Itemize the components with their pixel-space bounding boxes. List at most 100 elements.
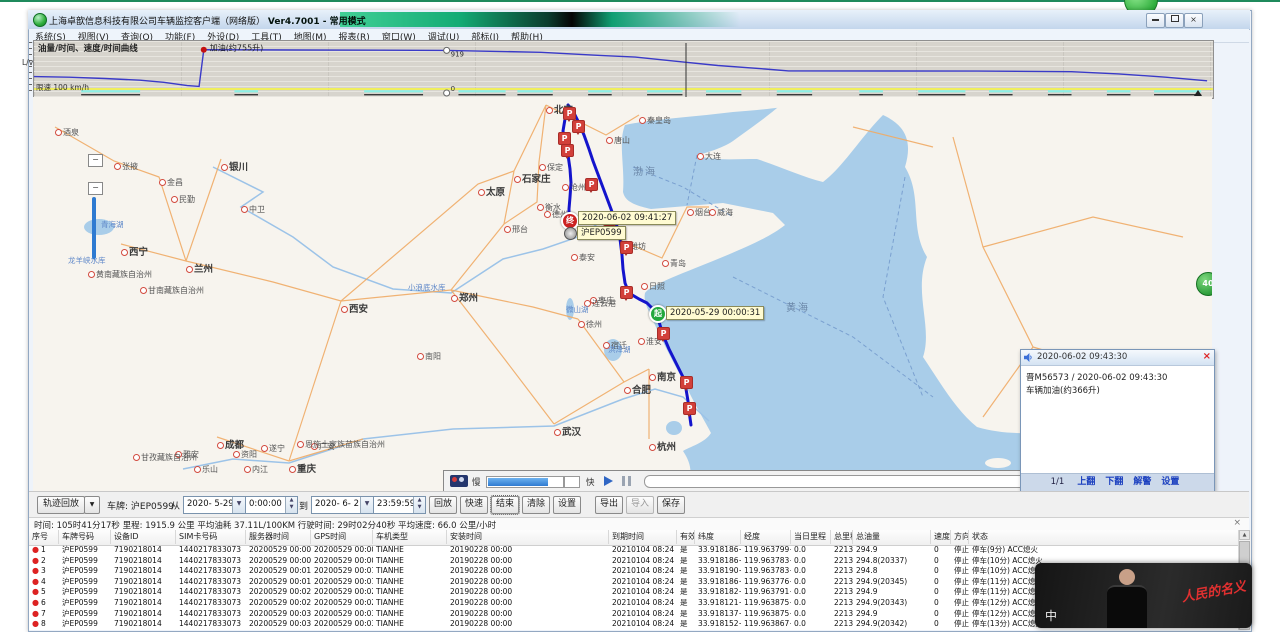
column-header-车机类型[interactable]: 车机类型	[373, 530, 447, 544]
cell-车牌号码: 沪EP0599	[59, 609, 111, 620]
stop-marker-9[interactable]: P	[657, 327, 670, 340]
pause-icon[interactable]	[622, 476, 632, 486]
city-dot-icon	[649, 374, 656, 381]
time-from-spinner[interactable]: ▲▼	[285, 497, 297, 513]
toolbar-button-导入[interactable]: 导入	[626, 496, 654, 514]
city-dot-icon	[544, 211, 551, 218]
column-header-状态[interactable]: 状态	[969, 530, 1238, 544]
column-header-经度[interactable]: 经度	[741, 530, 791, 544]
message-title-bar[interactable]: 2020-06-02 09:43:30 ×	[1021, 350, 1214, 366]
panel-close-icon[interactable]: ×	[1233, 518, 1241, 528]
city-label-青岛: 青岛	[662, 258, 686, 269]
column-header-方向[interactable]: 方向	[951, 530, 969, 544]
stop-marker-11[interactable]: P	[683, 402, 696, 415]
column-header-速度[interactable]: 速度	[931, 530, 951, 544]
city-dot-icon	[341, 306, 348, 313]
toolbar-button-导出[interactable]: 导出	[595, 496, 623, 514]
cell-服务器时间: 20200529 00:00:31	[246, 545, 311, 556]
city-label-重庆: 重庆	[289, 461, 316, 475]
cell-总油量: 294.9(20343)	[853, 598, 931, 609]
cell-服务器时间: 20200529 00:01:11	[246, 566, 311, 577]
message-button-解警[interactable]: 解警	[1133, 474, 1151, 490]
stop-marker-4[interactable]: P	[561, 144, 574, 157]
date-from-dropdown-icon[interactable]: ▼	[232, 497, 245, 513]
time-to-spinner[interactable]: ▲▼	[413, 497, 425, 513]
date-from-field[interactable]: 2020- 5-29▼	[183, 496, 246, 514]
cell-总里程: 221366	[831, 566, 853, 577]
zoom-out-button[interactable]: −	[88, 182, 103, 195]
cell-有效: 是	[677, 577, 695, 588]
column-header-总里程[interactable]: 总里程	[831, 530, 853, 544]
date-to-dropdown-icon[interactable]: ▼	[360, 497, 373, 513]
stop-marker-10[interactable]: P	[680, 376, 693, 389]
cell-到期时间: 20210104 08:24	[609, 566, 677, 577]
cell-纬度: 33.918182+-0...	[695, 587, 741, 598]
mode-combo-button[interactable]: 轨迹回放	[37, 496, 85, 514]
column-header-到期时间[interactable]: 到期时间	[609, 530, 677, 544]
city-label-洪泽湖: 洪泽湖	[608, 344, 631, 355]
stop-marker-2[interactable]: P	[572, 120, 585, 133]
column-header-GPS时间[interactable]: GPS时间	[311, 530, 373, 544]
time-from-field[interactable]: 0:00:00▲▼	[245, 496, 298, 514]
city-dot-icon	[451, 295, 458, 302]
toolbar-button-结束[interactable]: 结束	[491, 496, 519, 514]
stop-marker-1[interactable]: P	[563, 107, 576, 120]
stop-marker-8[interactable]: P	[620, 286, 633, 299]
scroll-up-icon[interactable]: ▲	[1239, 530, 1250, 540]
cell-安装时间: 20190228 00:00	[447, 566, 609, 577]
cell-到期时间: 20210104 08:24	[609, 577, 677, 588]
city-dot-icon	[562, 184, 569, 191]
column-header-SIM卡号码[interactable]: SIM卡号码	[176, 530, 246, 544]
message-close-icon[interactable]: ×	[1203, 351, 1211, 362]
date-to-field[interactable]: 2020- 6- 2▼	[311, 496, 374, 514]
time-to-field[interactable]: 23:59:59▲▼	[373, 496, 426, 514]
mode-combo-arrow[interactable]: ▼	[84, 496, 100, 514]
toolbar-button-回放[interactable]: 回放	[429, 496, 457, 514]
start-marker[interactable]: 起	[649, 305, 667, 323]
play-icon[interactable]	[604, 476, 618, 486]
column-header-服务器时间[interactable]: 服务器时间	[246, 530, 311, 544]
table-row[interactable]: ●1沪EP05997190218014144021783307320200529…	[29, 545, 1238, 556]
cell-GPS时间: 20200529 00:03:38	[311, 619, 373, 630]
column-header-安装时间[interactable]: 安装时间	[447, 530, 609, 544]
column-header-车牌号码[interactable]: 车牌号码	[59, 530, 111, 544]
column-header-序号[interactable]: 序号	[29, 530, 59, 544]
city-label-黄南藏族自治州: 黄南藏族自治州	[88, 269, 152, 280]
city-label-郑州: 郑州	[451, 290, 478, 304]
minimize-button[interactable]	[1146, 13, 1165, 28]
cell-总里程: 221366	[831, 619, 853, 630]
column-header-纬度[interactable]: 纬度	[695, 530, 741, 544]
toolbar-button-清除[interactable]: 清除	[522, 496, 550, 514]
message-button-设置[interactable]: 设置	[1161, 474, 1179, 490]
slow-label: 慢	[472, 476, 481, 488]
chart-y-axis-label: L/v	[22, 58, 33, 67]
cell-总里程: 221366	[831, 598, 853, 609]
city-dot-icon	[639, 117, 646, 124]
vehicle-icon[interactable]	[564, 227, 577, 240]
restore-button[interactable]	[1165, 13, 1184, 28]
table-header-row: 序号车牌号码设备IDSIM卡号码服务器时间GPS时间车机类型安装时间到期时间有效…	[29, 530, 1238, 546]
message-button-上翻[interactable]: 上翻	[1077, 474, 1095, 490]
toolbar-button-快速[interactable]: 快速	[460, 496, 488, 514]
zoom-slider-handle[interactable]: −	[88, 154, 103, 167]
cell-纬度: 33.918186+-0...	[695, 577, 741, 588]
fuel-speed-chart[interactable]: 加油(约755升)9190 油量/时间、速度/时间曲线 限速 100 km/h	[33, 40, 1214, 99]
message-button-下翻[interactable]: 下翻	[1105, 474, 1123, 490]
speed-slider[interactable]	[486, 476, 564, 488]
close-button[interactable]: ×	[1184, 13, 1203, 28]
column-header-当日里程[interactable]: 当日里程	[791, 530, 831, 544]
column-header-总油量[interactable]: 总油量	[853, 530, 931, 544]
column-header-设备ID[interactable]: 设备ID	[111, 530, 176, 544]
column-header-有效[interactable]: 有效	[677, 530, 695, 544]
sea-label-渤海: 渤海	[633, 163, 657, 178]
city-label-南阳: 南阳	[417, 351, 441, 362]
stop-marker-7[interactable]: P	[620, 241, 633, 254]
cell-设备ID: 7190218014	[111, 545, 176, 556]
toolbar-button-保存[interactable]: 保存	[657, 496, 685, 514]
city-dot-icon	[606, 137, 613, 144]
cell-经度: 119.963867+0.0...	[741, 619, 791, 630]
cell-有效: 是	[677, 609, 695, 620]
toolbar-button-设置[interactable]: 设置	[553, 496, 581, 514]
stop-marker-5[interactable]: P	[585, 178, 598, 191]
zoom-slider-track[interactable]	[92, 197, 96, 259]
